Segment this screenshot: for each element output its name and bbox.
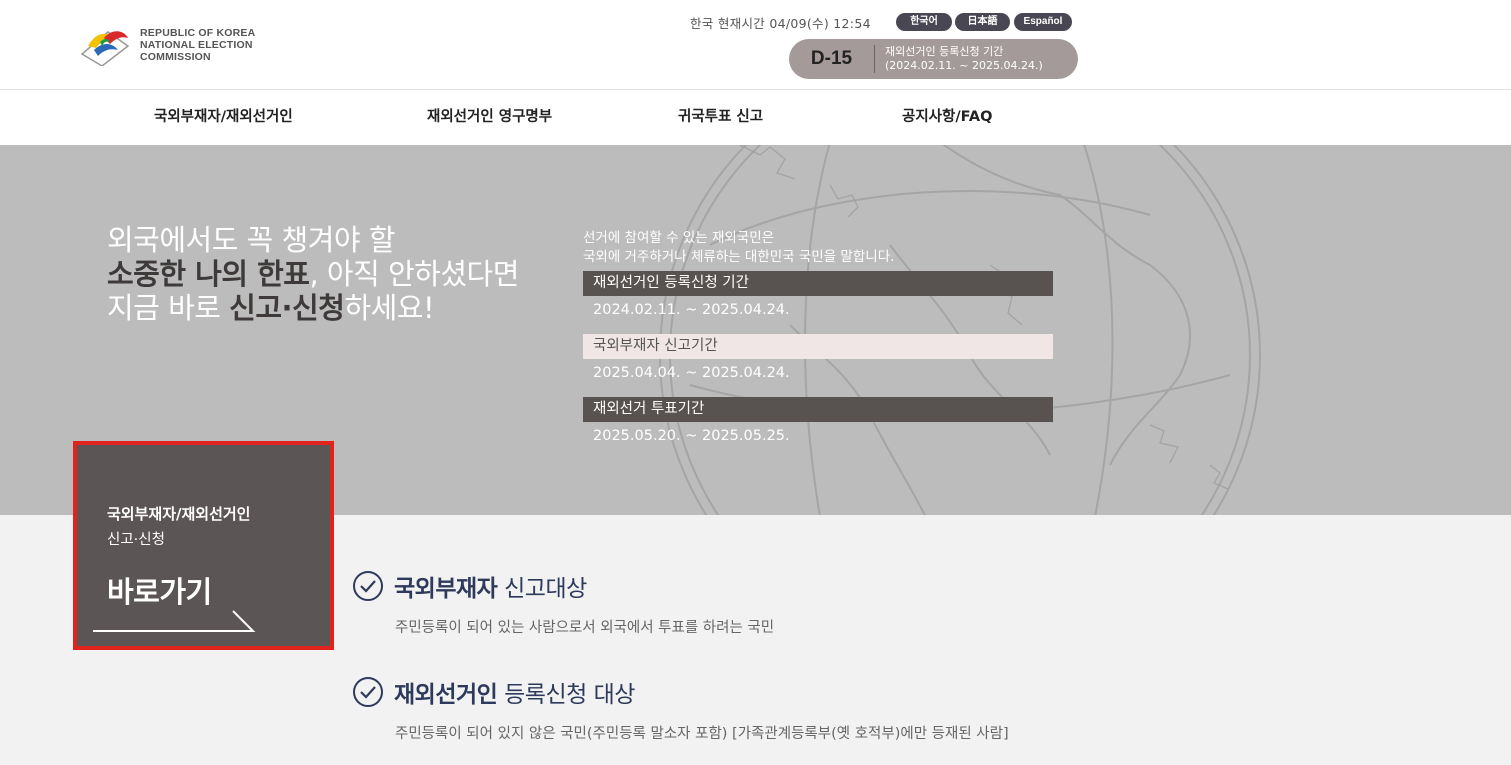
nav-item-absentee-overseas-voter[interactable]: 국외부재자/재외선거인: [154, 90, 293, 145]
headline-text: 하세요!: [344, 291, 435, 325]
dday-banner: D-15 재외선거인 등록신청 기간 (2024.02.11. ~ 2025.0…: [789, 39, 1078, 79]
site-header: REPUBLIC OF KOREA NATIONAL ELECTION COMM…: [0, 0, 1511, 90]
period-label-voting: 재외선거 투표기간: [583, 397, 1053, 422]
period-label-registration: 재외선거인 등록신청 기간: [583, 271, 1053, 296]
target-title: 국외부재자 신고대상: [394, 569, 587, 603]
target-title: 재외선거인 등록신청 대상: [394, 675, 635, 709]
target-head: 재외선거인 등록신청 대상: [352, 675, 1009, 709]
target-desc: 주민등록이 되어 있지 않은 국민(주민등록 말소자 포함) [가족관계등록부(…: [395, 726, 1009, 742]
logo-line: COMMISSION: [140, 51, 211, 63]
target-title-bold: 국외부재자: [394, 576, 498, 602]
check-circle-icon: [353, 571, 383, 601]
target-head: 국외부재자 신고대상: [352, 569, 774, 603]
headline-text: 지금 바로: [107, 291, 230, 325]
korea-current-time: 한국 현재시간 04/09(수) 12:54: [690, 16, 871, 31]
period-date-voting: 2025.05.20. ~ 2025.05.25.: [593, 428, 790, 444]
headline-line-1: 외국에서도 꼭 챙겨야 할: [107, 223, 395, 257]
lang-japanese-button[interactable]: 日本語: [955, 13, 1010, 31]
lang-korean-button[interactable]: 한국어: [896, 13, 952, 31]
shortcut-go-label: 바로가기: [107, 575, 212, 609]
nec-logo[interactable]: REPUBLIC OF KOREA NATIONAL ELECTION COMM…: [78, 24, 255, 66]
headline-emphasis: 신고·신청: [229, 291, 345, 325]
headline-line-3: 지금 바로 신고·신청하세요!: [107, 291, 519, 325]
logo-text: REPUBLIC OF KOREA NATIONAL ELECTION COMM…: [140, 27, 255, 63]
headline-line-2: 소중한 나의 한표, 아직 안하셨다면: [107, 257, 519, 291]
period-label-absentee: 국외부재자 신고기간: [583, 334, 1053, 359]
nav-item-permanent-register[interactable]: 재외선거인 영구명부: [427, 90, 552, 145]
check-circle-icon: [353, 677, 383, 707]
main-nav: 국외부재자/재외선거인 재외선거인 영구명부 귀국투표 신고 공지사항/FAQ: [0, 90, 1511, 145]
target-title-bold: 재외선거인: [394, 682, 498, 708]
arrow-right-icon: [93, 610, 256, 632]
lang-spanish-button[interactable]: Español: [1014, 13, 1072, 31]
shortcut-subtitle: 신고·신청: [107, 532, 165, 548]
dday-text: 재외선거인 등록신청 기간 (2024.02.11. ~ 2025.04.24.…: [875, 45, 1043, 73]
logo-line: NATIONAL ELECTION: [140, 39, 253, 51]
shortcut-apply-button[interactable]: 국외부재자/재외선거인 신고·신청 바로가기: [73, 441, 334, 650]
nav-item-return-vote[interactable]: 귀국투표 신고: [678, 90, 763, 145]
dday-count: D-15: [789, 45, 875, 73]
headline-text: , 아직 안하셨다면: [309, 257, 519, 291]
period-info: 선거에 참여할 수 있는 재외국민은 국외에 거주하거나 체류하는 대한민국 국…: [583, 229, 1053, 456]
logo-line: REPUBLIC OF KOREA: [140, 27, 256, 39]
intro-line: 국외에 거주하거나 체류하는 대한민국 국민을 말합니다.: [583, 249, 895, 265]
intro-line: 선거에 참여할 수 있는 재외국민은: [583, 230, 775, 246]
nav-item-notice-faq[interactable]: 공지사항/FAQ: [902, 90, 992, 145]
period-date-registration: 2024.02.11. ~ 2025.04.24.: [593, 302, 790, 318]
target-desc: 주민등록이 되어 있는 사람으로서 외국에서 투표를 하려는 국민: [395, 620, 775, 636]
hero-headline: 외국에서도 꼭 챙겨야 할 소중한 나의 한표, 아직 안하셨다면 지금 바로 …: [107, 223, 519, 325]
target-title-rest: 등록신청 대상: [497, 682, 635, 708]
target-overseas-voter: 재외선거인 등록신청 대상 주민등록이 되어 있지 않은 국민(주민등록 말소자…: [352, 675, 1009, 743]
headline-emphasis: 소중한 나의 한표: [107, 257, 310, 291]
period-date-absentee: 2025.04.04. ~ 2025.04.24.: [593, 365, 790, 381]
info-intro: 선거에 참여할 수 있는 재외국민은 국외에 거주하거나 체류하는 대한민국 국…: [583, 229, 1053, 267]
dday-period: (2024.02.11. ~ 2025.04.24.): [885, 59, 1043, 72]
target-title-rest: 신고대상: [497, 576, 587, 602]
target-absentee: 국외부재자 신고대상 주민등록이 되어 있는 사람으로서 외국에서 투표를 하려…: [352, 569, 774, 637]
dday-label: 재외선거인 등록신청 기간: [885, 45, 1004, 58]
shortcut-title: 국외부재자/재외선거인: [107, 505, 251, 523]
nec-emblem-icon: [80, 31, 130, 66]
